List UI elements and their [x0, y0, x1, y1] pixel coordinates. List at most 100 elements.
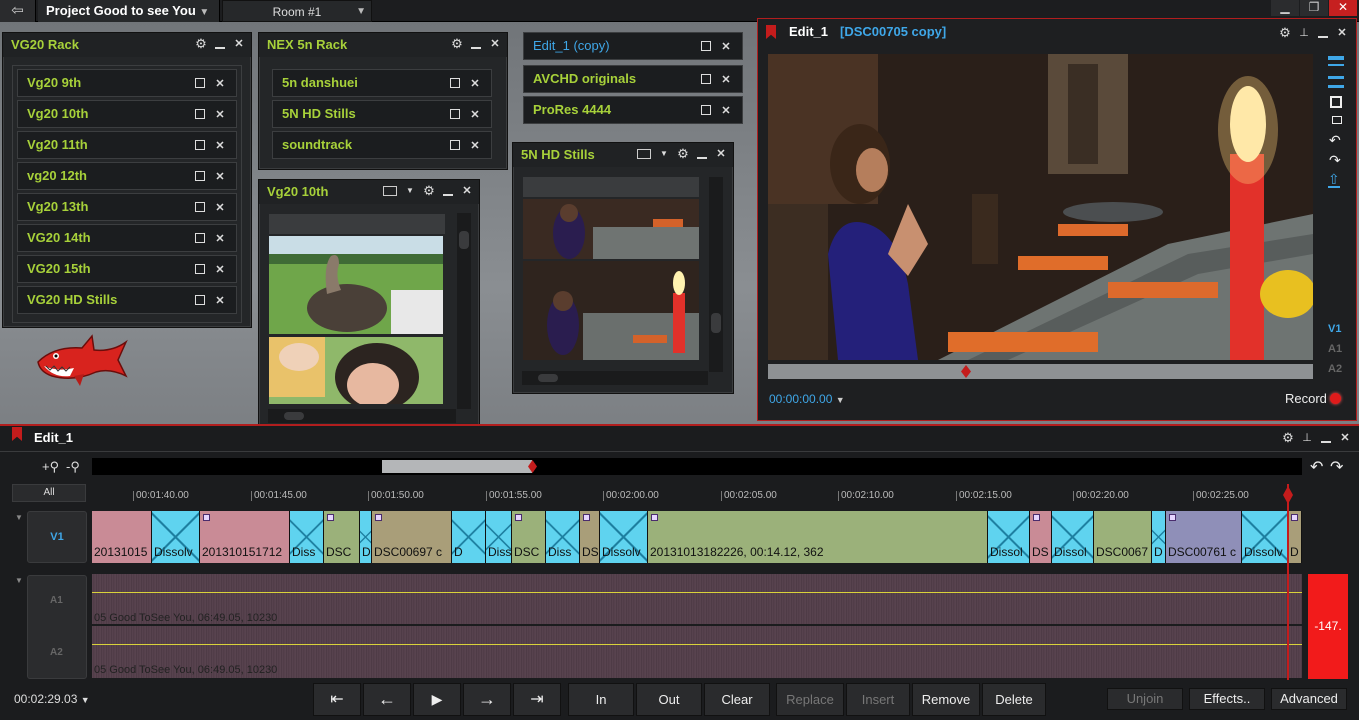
- thumbnail-ostrich[interactable]: [269, 236, 443, 334]
- bin-avchd-originals[interactable]: AVCHD originals: [523, 65, 743, 93]
- record-button[interactable]: [1330, 393, 1341, 404]
- close-icon[interactable]: [214, 233, 226, 245]
- track-a2-toggle[interactable]: A2: [1328, 363, 1342, 375]
- close-icon[interactable]: [214, 78, 226, 90]
- clear-button[interactable]: Clear: [704, 683, 770, 716]
- minimize-icon[interactable]: [696, 148, 708, 160]
- transition-dissolve[interactable]: Diss: [546, 511, 580, 563]
- close-icon[interactable]: [461, 185, 473, 197]
- all-tracks-button[interactable]: All: [12, 484, 86, 502]
- minimize-icon[interactable]: [1320, 432, 1332, 444]
- gear-icon[interactable]: [423, 185, 435, 197]
- redo-icon[interactable]: ↷: [1329, 152, 1341, 169]
- out-button[interactable]: Out: [636, 683, 702, 716]
- insert-button[interactable]: Insert: [846, 683, 910, 716]
- gear-icon[interactable]: [1279, 27, 1291, 39]
- clip[interactable]: DSC: [324, 511, 360, 563]
- track-header-a1[interactable]: A1: [50, 595, 63, 606]
- unjoin-button[interactable]: Unjoin: [1107, 688, 1183, 710]
- maximize-icon[interactable]: [701, 105, 711, 115]
- gear-icon[interactable]: [195, 38, 207, 50]
- close-icon[interactable]: [469, 109, 481, 121]
- transition-dissolve[interactable]: Dissol: [1052, 511, 1094, 563]
- close-icon[interactable]: [214, 264, 226, 276]
- scroll-thumb[interactable]: [459, 231, 469, 249]
- audio-track-a1[interactable]: 05 Good ToSee You, 06:49.05, 10230: [92, 574, 1302, 624]
- room-selector[interactable]: Room #1 ▼: [222, 0, 372, 22]
- viewer-scrub-bar[interactable]: [768, 364, 1313, 379]
- maximize-icon[interactable]: [195, 140, 205, 150]
- clip[interactable]: DSC00697 c: [372, 511, 452, 563]
- delete-button[interactable]: Delete: [982, 683, 1046, 716]
- close-window-button[interactable]: ✕: [1329, 0, 1357, 16]
- play-button[interactable]: ▶: [413, 683, 461, 716]
- close-icon[interactable]: [489, 38, 501, 50]
- timeline-timecode[interactable]: 00:02:29.03 ▼: [14, 692, 90, 706]
- export-icon[interactable]: ⇧: [1328, 172, 1340, 188]
- close-icon[interactable]: [233, 38, 245, 50]
- step-forward-button[interactable]: →: [463, 683, 511, 716]
- clip[interactable]: DSC00761 c: [1166, 511, 1242, 563]
- chevron-down-icon[interactable]: ▼: [658, 148, 670, 160]
- undo-icon[interactable]: ↶: [1310, 457, 1323, 477]
- split-icon[interactable]: [1332, 116, 1342, 124]
- horizontal-scrollbar[interactable]: [522, 371, 708, 385]
- thumbnail-still-2[interactable]: [523, 261, 699, 360]
- close-icon[interactable]: [1336, 27, 1348, 39]
- vertical-scrollbar[interactable]: [709, 177, 723, 372]
- scroll-thumb[interactable]: [711, 313, 721, 333]
- transition-dissolve[interactable]: D: [452, 511, 486, 563]
- track-v1-toggle[interactable]: V1: [1328, 323, 1341, 335]
- timeline-overview-bar[interactable]: [92, 458, 1302, 475]
- clip[interactable]: 201310151712: [200, 511, 290, 563]
- track-expand-icon[interactable]: ▼: [15, 513, 23, 522]
- transition-dissolve[interactable]: Dissolv: [600, 511, 648, 563]
- close-icon[interactable]: [720, 41, 732, 53]
- maximize-icon[interactable]: [450, 109, 460, 119]
- clip[interactable]: 20131015: [92, 511, 152, 563]
- video-track-v1[interactable]: 20131015 Dissolv 201310151712 Diss DSC D…: [92, 511, 1302, 563]
- track-header-v1[interactable]: V1: [27, 511, 87, 563]
- close-icon[interactable]: [214, 202, 226, 214]
- audio-track-a2[interactable]: 05 Good ToSee You, 06:49.05, 10230: [92, 626, 1302, 678]
- gear-icon[interactable]: [677, 148, 689, 160]
- list-view-icon[interactable]: [637, 149, 651, 159]
- bin-vg20-15th[interactable]: VG20 15th: [17, 255, 237, 283]
- bin-vg20-12th[interactable]: vg20 12th: [17, 162, 237, 190]
- transition-dissolve[interactable]: Dissol: [988, 511, 1030, 563]
- transition-dissolve[interactable]: Dissolv: [1242, 511, 1288, 563]
- close-icon[interactable]: [214, 171, 226, 183]
- chevron-down-icon[interactable]: ▼: [404, 185, 416, 197]
- minimize-icon[interactable]: [214, 38, 226, 50]
- project-selector[interactable]: Project Good to see You ▼: [38, 0, 220, 22]
- volume-line[interactable]: [92, 644, 1302, 645]
- track-expand-icon[interactable]: ▼: [15, 576, 23, 585]
- bin-5n-danshuei[interactable]: 5n danshuei: [272, 69, 492, 97]
- maximize-icon[interactable]: [195, 202, 205, 212]
- redo-icon[interactable]: ↷: [1330, 457, 1343, 477]
- close-icon[interactable]: [1339, 432, 1351, 444]
- maximize-icon[interactable]: [701, 41, 711, 51]
- close-icon[interactable]: [469, 78, 481, 90]
- close-icon[interactable]: [214, 140, 226, 152]
- close-icon[interactable]: [469, 140, 481, 152]
- close-icon[interactable]: [720, 74, 732, 86]
- list-view-icon[interactable]: [383, 186, 397, 196]
- replace-button[interactable]: Replace: [776, 683, 844, 716]
- video-frame[interactable]: [768, 54, 1313, 360]
- maximize-icon[interactable]: [195, 264, 205, 274]
- close-icon[interactable]: [214, 109, 226, 121]
- clip[interactable]: DS: [580, 511, 600, 563]
- overwrite-icon[interactable]: [1328, 76, 1344, 88]
- clip[interactable]: D: [1288, 511, 1302, 563]
- minimize-icon[interactable]: [470, 38, 482, 50]
- bin-vg20-hd-stills[interactable]: VG20 HD Stills: [17, 286, 237, 314]
- maximize-icon[interactable]: [195, 109, 205, 119]
- bin-prores-4444[interactable]: ProRes 4444: [523, 96, 743, 124]
- track-a1-toggle[interactable]: A1: [1328, 343, 1342, 355]
- bin-vg20-9th[interactable]: Vg20 9th: [17, 69, 237, 97]
- maximize-icon[interactable]: [450, 78, 460, 88]
- bin-soundtrack[interactable]: soundtrack: [272, 131, 492, 159]
- transition-dissolve[interactable]: D: [360, 511, 372, 563]
- zoom-in-icon[interactable]: +⚲: [42, 459, 59, 475]
